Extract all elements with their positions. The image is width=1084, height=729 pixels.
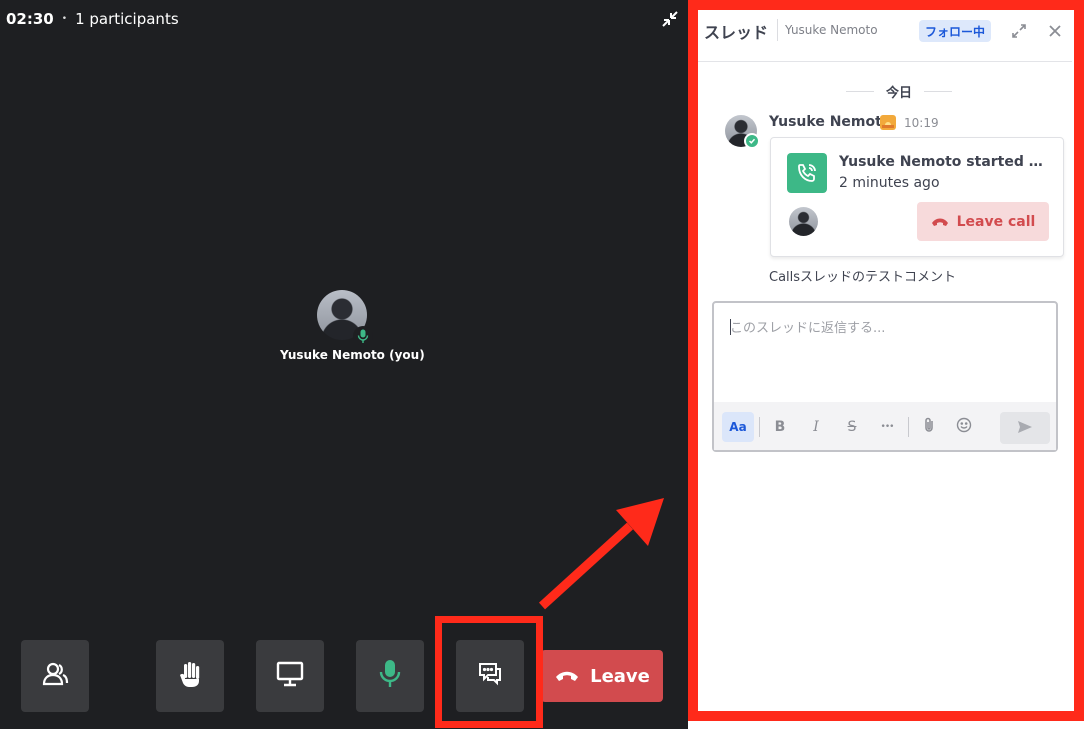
text-caret (730, 319, 731, 335)
hangup-icon (554, 666, 580, 687)
screen-share-icon (276, 661, 304, 691)
toolbar-divider (759, 417, 760, 437)
post-timestamp[interactable]: 10:19 (904, 116, 939, 130)
formatting-toggle-button[interactable]: Aa (722, 412, 754, 442)
divider-line (924, 91, 952, 92)
attachment-button[interactable] (914, 412, 944, 442)
leave-button[interactable]: Leave (541, 650, 663, 702)
thread-channel: Yusuke Nemoto (785, 23, 878, 37)
participant-tile: Yusuke Nemoto (you) (280, 290, 425, 362)
send-button[interactable] (1000, 412, 1050, 444)
collapse-icon[interactable] (660, 9, 680, 29)
call-card-subtitle: 2 minutes ago (839, 175, 940, 191)
sunset-emoji-icon (880, 115, 896, 130)
raise-hand-icon (175, 659, 205, 693)
microphone-icon (378, 659, 402, 693)
hangup-icon (931, 214, 949, 230)
raise-hand-button[interactable] (156, 640, 224, 712)
date-separator: 今日 (846, 82, 952, 101)
avatar (789, 207, 818, 236)
microphone-icon (353, 326, 373, 346)
toolbar-divider (908, 417, 909, 437)
screen-share-button[interactable] (256, 640, 324, 712)
post-message: Callsスレッドのテストコメント (769, 270, 957, 285)
header-divider (777, 19, 778, 41)
avatar (317, 290, 373, 346)
strikethrough-button[interactable]: S (837, 412, 867, 442)
call-card-title: Yusuke Nemoto started a c... (839, 154, 1043, 170)
annotation-arrow (538, 498, 664, 610)
close-icon[interactable] (1046, 22, 1064, 40)
participants-button[interactable] (21, 640, 89, 712)
leave-call-label: Leave call (956, 213, 1036, 230)
expand-icon[interactable] (1010, 22, 1028, 40)
online-status-icon (744, 133, 760, 149)
phone-call-icon (787, 153, 827, 193)
reply-input[interactable] (714, 303, 1056, 402)
follow-button[interactable]: フォロー中 (919, 20, 991, 42)
chat-thread-icon (476, 660, 504, 692)
participant-name: Yusuke Nemoto (you) (280, 348, 425, 362)
participants-icon (40, 659, 70, 693)
thread-header: スレッド Yusuke Nemoto フォロー中 (688, 0, 1072, 62)
call-view: 02:30 • 1 participants Yusuke Nemoto (yo… (0, 0, 688, 729)
call-status-bar: 02:30 • 1 participants (6, 10, 179, 28)
emoji-button[interactable] (949, 412, 979, 442)
call-card: Yusuke Nemoto started a c... 2 minutes a… (770, 137, 1064, 257)
formatting-bar: Aa B I S ••• (714, 402, 1056, 450)
participant-count: 1 participants (75, 10, 179, 28)
thread-chat-button[interactable] (456, 640, 524, 712)
divider-line (846, 91, 874, 92)
call-duration: 02:30 (6, 10, 54, 28)
italic-button[interactable]: I (801, 412, 831, 442)
send-icon (1017, 419, 1033, 438)
avatar[interactable] (725, 115, 760, 149)
reply-box: Aa B I S ••• (712, 301, 1058, 452)
thread-title: スレッド (704, 23, 769, 42)
leave-label: Leave (590, 665, 650, 687)
status-separator: • (61, 14, 68, 24)
paperclip-icon (922, 417, 936, 437)
thread-panel: スレッド Yusuke Nemoto フォロー中 今日 Yusuke Nemot… (688, 0, 1084, 729)
leave-call-button[interactable]: Leave call (917, 202, 1049, 241)
emoji-smile-icon (956, 417, 972, 437)
microphone-button[interactable] (356, 640, 424, 712)
more-formatting-button[interactable]: ••• (872, 412, 902, 442)
date-label: 今日 (885, 86, 912, 101)
post-author[interactable]: Yusuke Nemoto (769, 114, 891, 130)
bold-button[interactable]: B (765, 412, 795, 442)
